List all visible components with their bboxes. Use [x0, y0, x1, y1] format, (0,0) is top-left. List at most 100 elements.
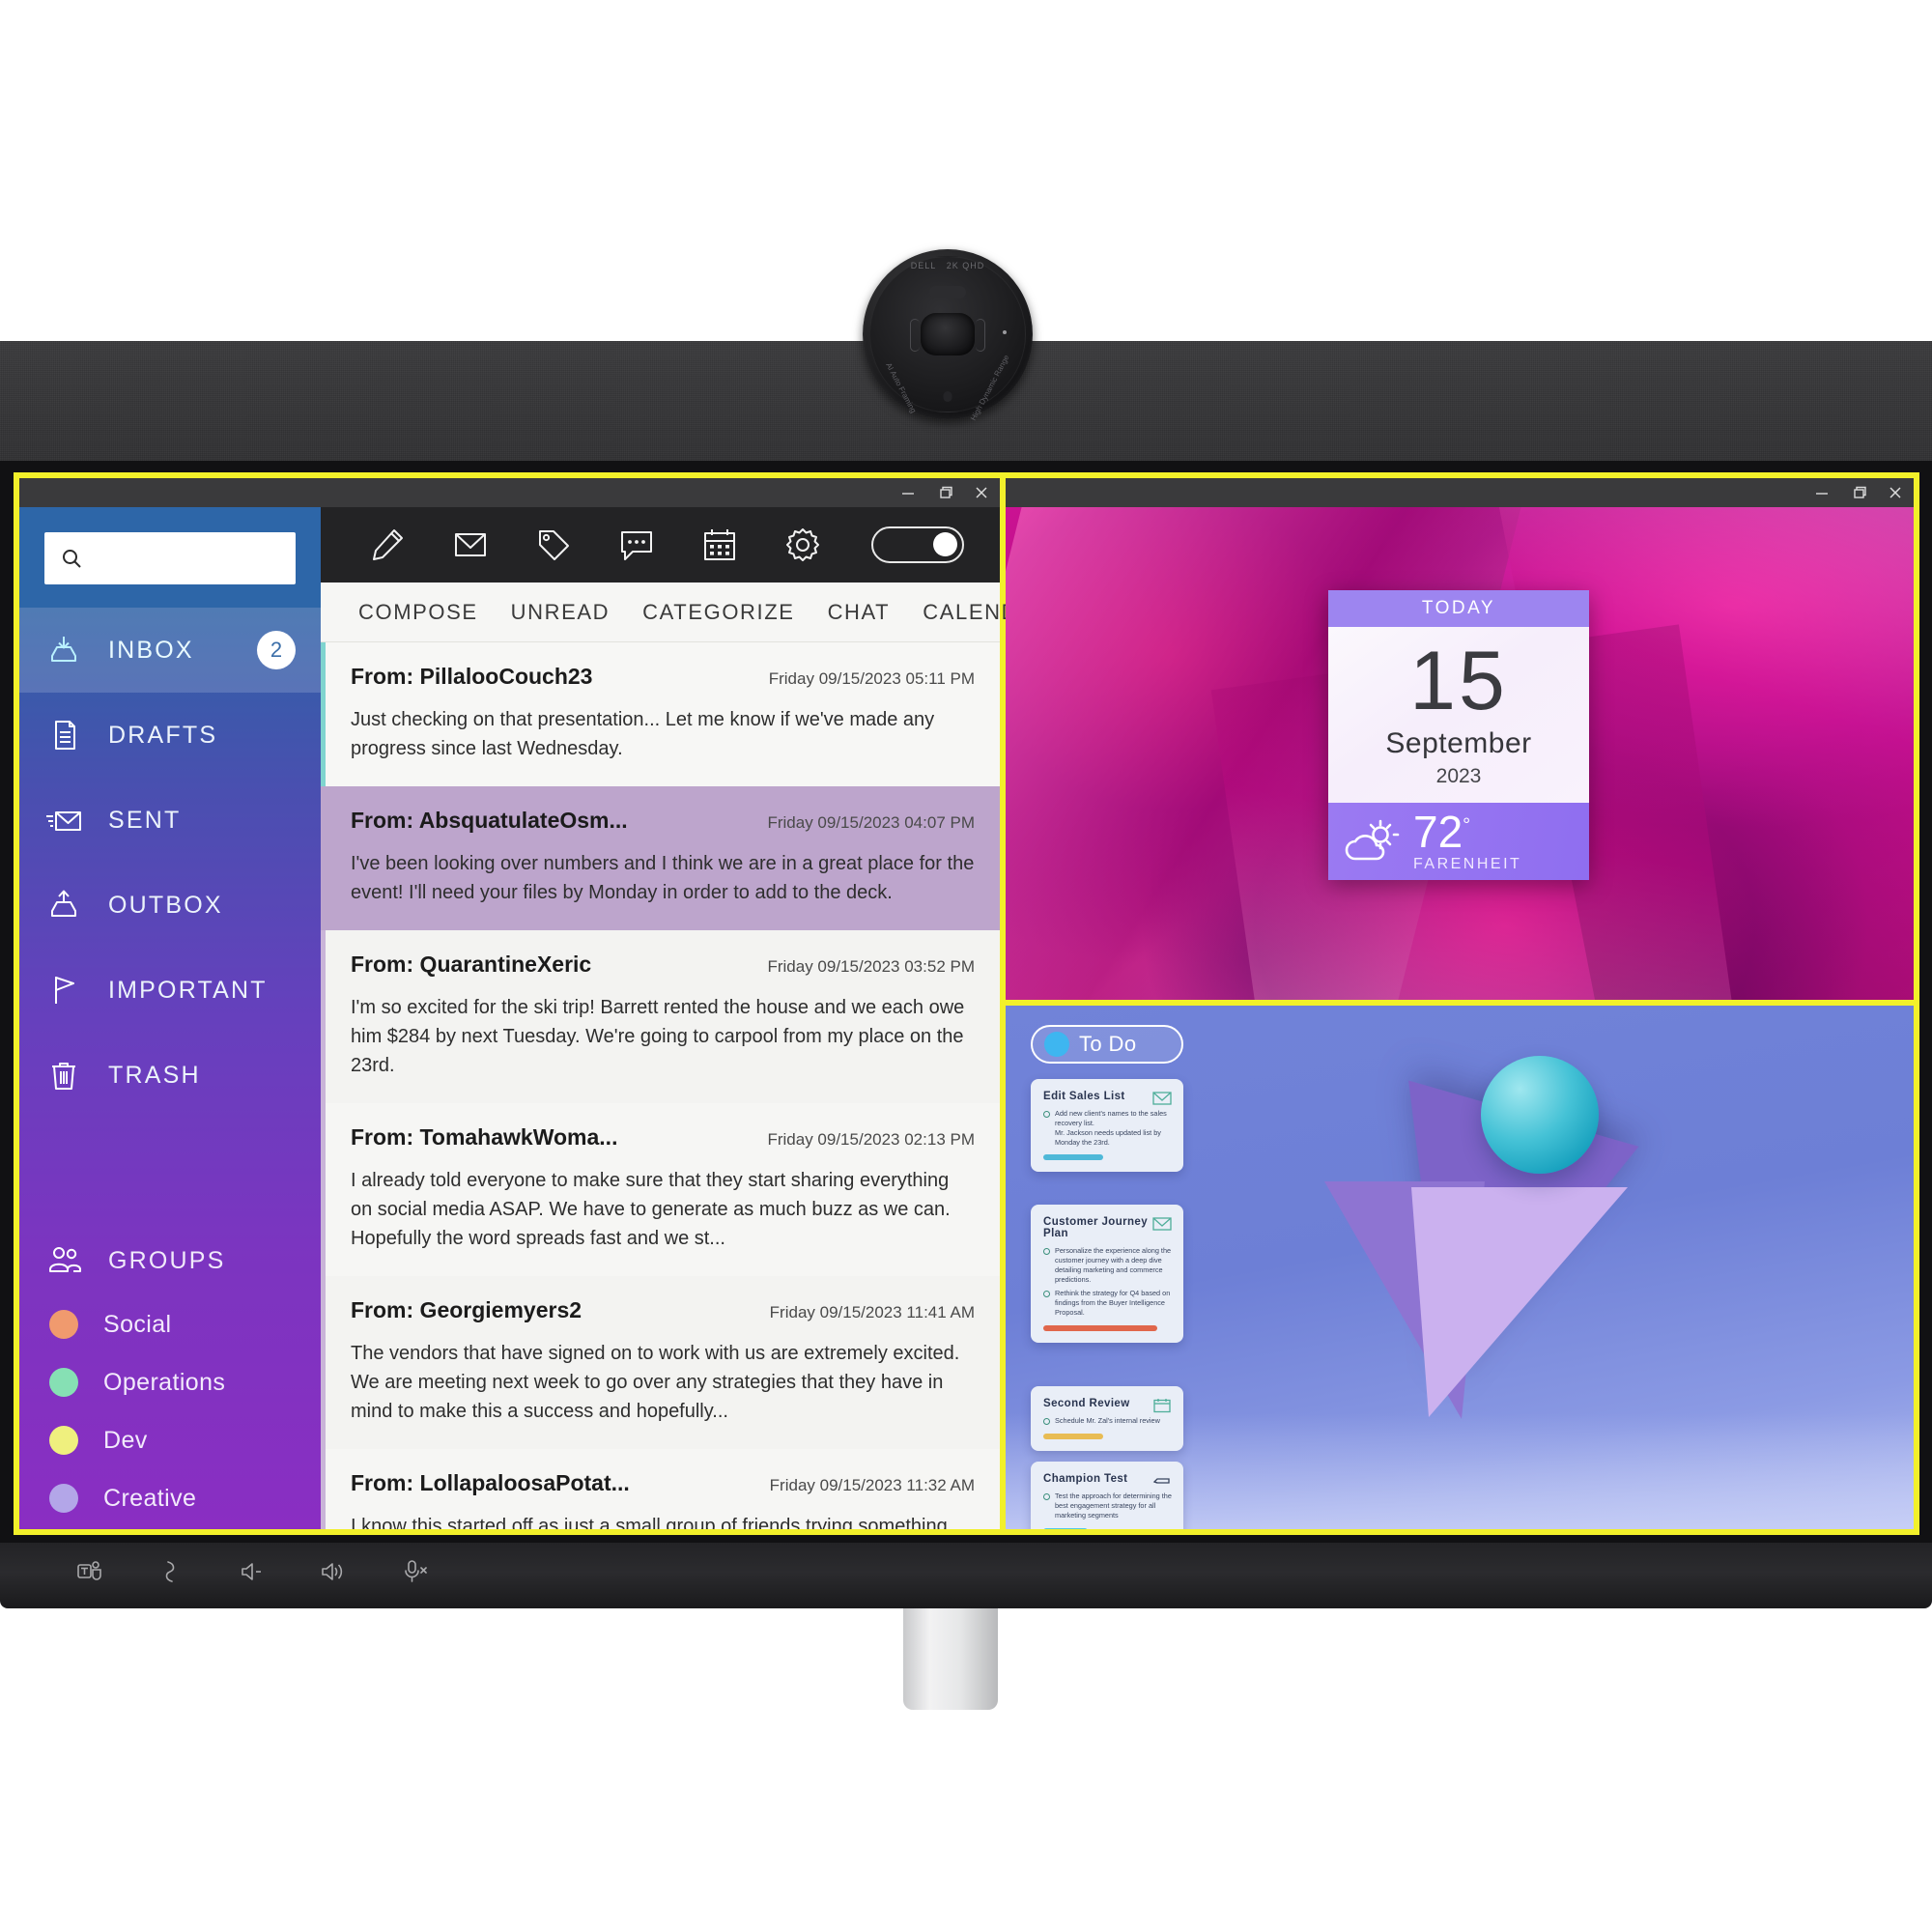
- chat-bubble-icon[interactable]: [595, 507, 678, 582]
- restore-icon[interactable]: [1850, 484, 1867, 501]
- toggle-knob: [933, 532, 957, 556]
- trash-icon: [44, 1056, 83, 1094]
- todo-card-item: Schedule Mr. Zal's internal review: [1055, 1416, 1160, 1425]
- mail-date: Friday 09/15/2023 04:07 PM: [767, 813, 975, 832]
- screen: INBOX 2 DRAFTS SENT OUTBOX IMPORTANT TRA…: [14, 472, 1919, 1535]
- group-item-operations[interactable]: Operations: [19, 1353, 321, 1411]
- todo-card-item: Test the approach for determining the be…: [1055, 1492, 1172, 1520]
- group-item-dev[interactable]: Dev: [19, 1411, 321, 1469]
- monitor: DELL 2K QHD AI Auto Framing High Dynamic…: [0, 0, 1932, 1932]
- todo-card[interactable]: Edit Sales List Add new client's names t…: [1031, 1079, 1183, 1173]
- photo-window-titlebar: [1006, 478, 1914, 507]
- minimize-icon[interactable]: [899, 484, 917, 501]
- microphone-mute-icon[interactable]: [400, 1557, 429, 1586]
- sidebar-item-important[interactable]: IMPORTANT: [19, 948, 321, 1033]
- group-item-label: Dev: [103, 1426, 148, 1454]
- sidebar-item-trash[interactable]: TRASH: [19, 1033, 321, 1118]
- todo-card[interactable]: Second Review Schedule Mr. Zal's interna…: [1031, 1386, 1183, 1451]
- mail-row[interactable]: From: PillalooCouch23 Friday 09/15/2023 …: [321, 642, 1000, 786]
- close-icon[interactable]: [973, 484, 990, 501]
- sidebar-item-drafts[interactable]: DRAFTS: [19, 693, 321, 778]
- sidebar-item-outbox[interactable]: OUTBOX: [19, 863, 321, 948]
- mail-date: Friday 09/15/2023 03:52 PM: [767, 957, 975, 976]
- mail-row[interactable]: From: LollapaloosaPotat... Friday 09/15/…: [321, 1449, 1000, 1529]
- temperature-unit: FARENHEIT: [1413, 856, 1522, 872]
- weather-strip: 72° FARENHEIT: [1328, 803, 1589, 880]
- envelope-icon: [1152, 1091, 1172, 1106]
- tab-compose[interactable]: COMPOSE: [342, 600, 495, 625]
- mail-sender: From: QuarantineXeric: [351, 952, 592, 977]
- calendar-icon[interactable]: [678, 507, 761, 582]
- todo-card-bar: [1043, 1433, 1103, 1439]
- sidebar-item-sent[interactable]: SENT: [19, 778, 321, 863]
- todo-badge[interactable]: To Do: [1031, 1025, 1183, 1064]
- monitor-stand: [903, 1604, 998, 1710]
- group-item-label: Operations: [103, 1368, 226, 1396]
- hook-phone-icon[interactable]: [156, 1557, 185, 1586]
- groups-header[interactable]: GROUPS: [19, 1226, 321, 1295]
- todo-badge-dot: [1044, 1032, 1069, 1057]
- calendar-month: September: [1385, 727, 1532, 760]
- flag-icon: [44, 971, 83, 1009]
- group-color-dot: [49, 1484, 78, 1513]
- todo-card[interactable]: Customer Journey Plan Personalize the ex…: [1031, 1205, 1183, 1343]
- minimize-icon[interactable]: [1813, 484, 1831, 501]
- temperature-value: 72: [1413, 807, 1463, 857]
- calendar-widget-header: TODAY: [1328, 590, 1589, 627]
- tab-unread[interactable]: UNREAD: [495, 600, 627, 625]
- toolbar-toggle[interactable]: [871, 526, 964, 563]
- webcam-lens: [910, 313, 985, 355]
- todo-card-bar: [1043, 1154, 1103, 1161]
- mail-row[interactable]: From: Georgiemyers2 Friday 09/15/2023 11…: [321, 1276, 1000, 1449]
- group-item-social[interactable]: Social: [19, 1295, 321, 1353]
- tag-icon[interactable]: [512, 507, 595, 582]
- teams-icon[interactable]: [75, 1557, 104, 1586]
- webcam-brand: DELL: [910, 261, 937, 270]
- sidebar-item-inbox[interactable]: INBOX 2: [19, 608, 321, 693]
- mail-sender: From: PillalooCouch23: [351, 664, 593, 689]
- mail-row[interactable]: From: AbsquatulateOsm... Friday 09/15/20…: [321, 786, 1000, 930]
- volume-up-icon[interactable]: [319, 1557, 348, 1586]
- compose-pencil-icon[interactable]: [346, 507, 429, 582]
- mail-tabbar: COMPOSE UNREAD CATEGORIZE CHAT CALENDAR …: [321, 582, 1201, 642]
- sun-behind-cloud-icon: [1342, 818, 1402, 865]
- todo-card[interactable]: Champion Test Test the approach for dete…: [1031, 1462, 1183, 1529]
- sidebar-item-label: OUTBOX: [108, 891, 223, 919]
- restore-icon[interactable]: [936, 484, 953, 501]
- group-color-dot: [49, 1426, 78, 1455]
- todo-window: To Do Edit Sales List Add new client's n…: [1006, 1006, 1919, 1535]
- tab-chat[interactable]: CHAT: [811, 600, 907, 625]
- inbox-unread-badge: 2: [257, 631, 296, 669]
- sent-icon: [44, 801, 83, 839]
- todo-wallpaper: To Do Edit Sales List Add new client's n…: [1006, 1006, 1914, 1529]
- pencil-icon: [1152, 1473, 1172, 1489]
- mail-preview: I'm so excited for the ski trip! Barrett…: [351, 997, 965, 1076]
- envelope-icon[interactable]: [429, 507, 512, 582]
- search-box[interactable]: [44, 532, 315, 584]
- mail-preview: Just checking on that presentation... Le…: [351, 709, 935, 759]
- outbox-icon: [44, 886, 83, 924]
- mail-date: Friday 09/15/2023 02:13 PM: [767, 1130, 975, 1149]
- weather-temperature: 72°: [1413, 810, 1521, 854]
- group-item-creative[interactable]: Creative: [19, 1469, 321, 1527]
- mail-preview: I already told everyone to make sure tha…: [351, 1170, 951, 1249]
- calendar-widget-body: 15 September 2023: [1328, 627, 1589, 803]
- mail-sender: From: LollapaloosaPotat...: [351, 1470, 630, 1495]
- mail-main: COMPOSE UNREAD CATEGORIZE CHAT CALENDAR …: [321, 507, 1201, 1529]
- degree-symbol: °: [1463, 814, 1471, 837]
- gear-icon[interactable]: [761, 507, 844, 582]
- search-input[interactable]: [91, 548, 315, 569]
- tab-categorize[interactable]: CATEGORIZE: [626, 600, 810, 625]
- right-column: TODAY 15 September 2023 72° FARENHEIT To…: [1006, 472, 1919, 1535]
- close-icon[interactable]: [1887, 484, 1904, 501]
- calendar-day: 15: [1409, 635, 1508, 727]
- monitor-bezel-buttons: [75, 1557, 429, 1586]
- volume-down-icon[interactable]: [238, 1557, 267, 1586]
- mail-sender: From: AbsquatulateOsm...: [351, 808, 628, 833]
- mail-row[interactable]: From: TomahawkWoma... Friday 09/15/2023 …: [321, 1103, 1000, 1276]
- mail-preview: The vendors that have signed on to work …: [351, 1343, 960, 1422]
- bullet-icon: [1043, 1247, 1050, 1255]
- mail-row[interactable]: From: QuarantineXeric Friday 09/15/2023 …: [321, 930, 1000, 1103]
- mail-date: Friday 09/15/2023 11:41 AM: [769, 1303, 975, 1321]
- mail-list[interactable]: From: PillalooCouch23 Friday 09/15/2023 …: [321, 642, 1000, 1529]
